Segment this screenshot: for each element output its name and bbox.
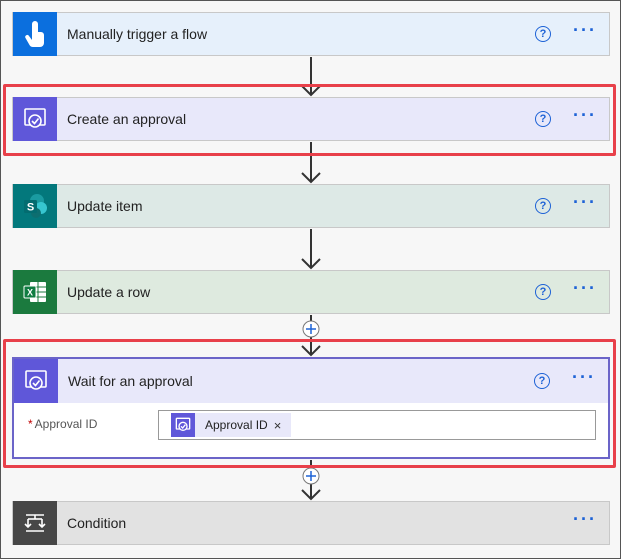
more-options-icon[interactable]: ···: [573, 279, 597, 301]
svg-text:X: X: [27, 288, 33, 298]
step-title: Manually trigger a flow: [67, 26, 208, 42]
help-icon[interactable]: ?: [535, 284, 552, 300]
add-step-button[interactable]: [302, 467, 320, 485]
step-manually-trigger[interactable]: Manually trigger a flow ? ···: [12, 12, 610, 56]
step-update-row[interactable]: X Update a row ? ···: [12, 270, 610, 314]
add-step-button[interactable]: [302, 320, 320, 338]
step-update-item[interactable]: S Update item ? ···: [12, 184, 610, 228]
step-title: Update item: [67, 198, 143, 214]
excel-icon: X: [13, 270, 57, 314]
svg-text:S: S: [27, 202, 34, 214]
help-icon[interactable]: ?: [535, 198, 552, 214]
more-options-icon[interactable]: ···: [573, 193, 597, 215]
step-title: Update a row: [67, 284, 151, 300]
step-condition[interactable]: Condition ···: [12, 501, 610, 545]
highlight-box: [3, 339, 616, 468]
touch-hand-icon: [13, 12, 57, 56]
help-icon[interactable]: ?: [535, 26, 552, 42]
condition-icon: [13, 501, 57, 545]
sharepoint-icon: S: [13, 184, 57, 228]
step-title: Condition: [67, 515, 127, 531]
highlight-box: [3, 84, 616, 156]
more-options-icon[interactable]: ···: [573, 21, 597, 43]
more-options-icon[interactable]: ···: [573, 510, 597, 532]
